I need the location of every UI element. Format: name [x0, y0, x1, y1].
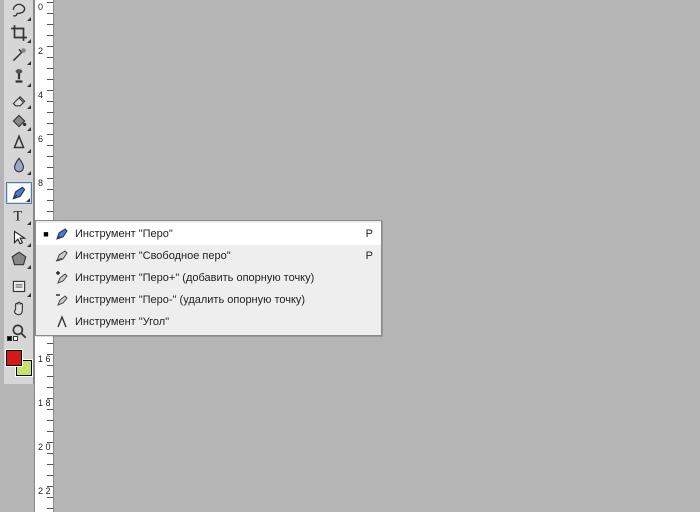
- flyout-label: Инструмент "Угол": [75, 316, 357, 328]
- ruler-major: 1 6: [38, 356, 51, 363]
- type-tool-icon[interactable]: T: [6, 204, 32, 226]
- pen-icon: [52, 225, 72, 243]
- checkmark-icon: ■: [40, 229, 52, 239]
- flyout-label: Инструмент "Перо-" (удалить опорную точк…: [75, 294, 357, 306]
- flyout-item-add-anchor[interactable]: Инструмент "Перо+" (добавить опорную точ…: [36, 267, 381, 289]
- flyout-shortcut: P: [357, 228, 373, 240]
- shape-tool-icon[interactable]: [6, 248, 32, 270]
- blur-tool-icon[interactable]: [6, 154, 32, 176]
- svg-text:T: T: [13, 209, 22, 224]
- stamp-tool-icon[interactable]: [6, 66, 32, 88]
- flyout-item-convert-point[interactable]: Инструмент "Угол": [36, 311, 381, 333]
- pen-tool-flyout: ■ Инструмент "Перо" P Инструмент "Свобод…: [35, 220, 382, 336]
- freeform-pen-icon: [52, 247, 72, 265]
- ruler-major: 2 2: [38, 488, 51, 495]
- ruler-major: 8: [38, 180, 43, 187]
- healing-brush-icon[interactable]: [6, 44, 32, 66]
- eraser-tool-icon[interactable]: [6, 88, 32, 110]
- color-swatches[interactable]: [4, 348, 30, 378]
- ruler-major: 6: [38, 136, 43, 143]
- sharpen-tool-icon[interactable]: [6, 132, 32, 154]
- pen-tool-icon[interactable]: [6, 182, 32, 204]
- hand-tool-icon[interactable]: [6, 298, 32, 320]
- flyout-label: Инструмент "Перо+" (добавить опорную точ…: [75, 272, 357, 284]
- pen-delete-icon: [52, 291, 72, 309]
- pen-add-icon: [52, 269, 72, 287]
- flyout-item-delete-anchor[interactable]: Инструмент "Перо-" (удалить опорную точк…: [36, 289, 381, 311]
- flyout-label: Инструмент "Перо": [75, 228, 357, 240]
- notes-tool-icon[interactable]: [6, 276, 32, 298]
- ruler-major: 4: [38, 92, 43, 99]
- path-select-tool-icon[interactable]: [6, 226, 32, 248]
- flyout-item-freeform-pen[interactable]: Инструмент "Свободное перо" P: [36, 245, 381, 267]
- default-colors-icon[interactable]: [7, 336, 18, 341]
- foreground-swatch[interactable]: [6, 350, 22, 366]
- flyout-label: Инструмент "Свободное перо": [75, 250, 357, 262]
- paintbucket-tool-icon[interactable]: [6, 110, 32, 132]
- crop-tool-icon[interactable]: [6, 22, 32, 44]
- flyout-item-pen[interactable]: ■ Инструмент "Перо" P: [36, 223, 381, 245]
- ruler-major: 2: [38, 48, 43, 55]
- ruler-major: 0: [38, 4, 43, 11]
- flyout-shortcut: P: [357, 250, 373, 262]
- convert-point-icon: [52, 313, 72, 331]
- toolbox: T: [4, 0, 34, 384]
- ruler-major: 2 0: [38, 444, 51, 451]
- ruler-major: 1 8: [38, 400, 51, 407]
- lasso-tool-icon[interactable]: [6, 0, 32, 22]
